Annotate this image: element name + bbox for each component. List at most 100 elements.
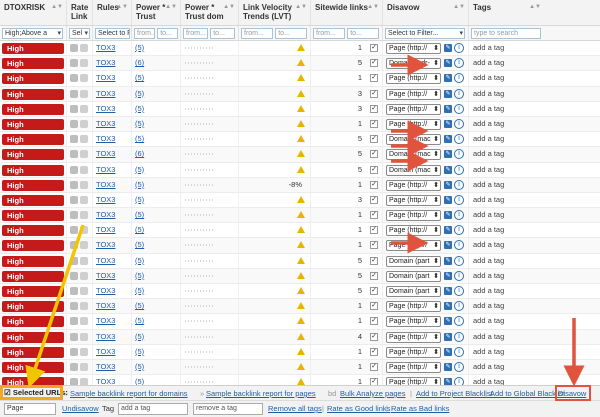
sort-icon[interactable]: ▲▼ <box>51 3 63 12</box>
rule-link[interactable]: TOX3 <box>96 89 115 98</box>
power-trust-value[interactable]: (6) <box>135 149 144 158</box>
row-checkbox[interactable]: ✓ <box>370 59 378 68</box>
row-checkbox[interactable]: ✓ <box>370 211 378 220</box>
lvt-to-input[interactable]: to... <box>275 28 308 39</box>
thumbs-up-icon[interactable] <box>70 180 78 189</box>
add-tag-input[interactable]: add a tag <box>473 165 504 174</box>
info-icon[interactable]: i <box>454 43 464 53</box>
table-row[interactable]: High TOX3 (5) 5 ✓ Domain (part✎i add a tag <box>0 268 600 284</box>
table-row[interactable]: High TOX3 (5) 1 ✓ Page (http://✎i add a tag <box>0 71 600 87</box>
edit-icon[interactable]: ✎ <box>444 104 452 113</box>
power-trust-value[interactable]: (5) <box>135 347 144 356</box>
row-checkbox[interactable]: ✓ <box>370 256 378 265</box>
power-trust-value[interactable]: (6) <box>135 58 144 67</box>
add-tag-input[interactable]: add a tag <box>473 134 504 143</box>
row-checkbox[interactable]: ✓ <box>370 362 378 371</box>
add-tag-input[interactable]: add a tag <box>473 256 504 265</box>
thumbs-down-icon[interactable] <box>80 226 88 235</box>
lvt-from-input[interactable]: from... <box>241 28 273 39</box>
table-row[interactable]: High TOX3 (5) 1 ✓ Page (http://✎i add a tag <box>0 344 600 360</box>
row-checkbox[interactable]: ✓ <box>370 180 378 189</box>
risk-filter-select[interactable]: High;Above a <box>2 28 63 39</box>
disavow-select[interactable]: Page (http:// <box>386 331 441 343</box>
info-icon[interactable]: i <box>454 331 464 342</box>
pt-to-input[interactable]: to... <box>157 28 179 39</box>
site-from-input[interactable]: from... <box>313 28 345 39</box>
row-checkbox[interactable]: ✓ <box>370 332 378 341</box>
rule-link[interactable]: TOX3 <box>96 362 115 371</box>
thumbs-up-icon[interactable] <box>70 241 78 250</box>
info-icon[interactable]: i <box>454 88 464 99</box>
thumbs-up-icon[interactable] <box>70 302 78 311</box>
thumbs-down-icon[interactable] <box>80 119 88 128</box>
sort-icon[interactable]: ▲▼ <box>223 3 235 12</box>
edit-icon[interactable]: ✎ <box>444 119 452 128</box>
info-icon[interactable]: i <box>454 73 464 84</box>
power-trust-value[interactable]: (5) <box>135 286 144 295</box>
thumbs-up-icon[interactable] <box>70 150 78 159</box>
site-to-input[interactable]: to... <box>347 28 380 39</box>
power-trust-value[interactable]: (5) <box>135 195 144 204</box>
bulk-analyze-link[interactable]: Bulk Analyze pages <box>340 389 405 398</box>
disavow-select[interactable]: Page (http:// <box>386 361 441 373</box>
disavow-select[interactable]: Page (http:// <box>386 118 441 130</box>
rule-link[interactable]: TOX3 <box>96 73 115 82</box>
edit-icon[interactable]: ✎ <box>444 211 452 220</box>
row-checkbox[interactable]: ✓ <box>370 119 378 128</box>
ptd-from-input[interactable]: from... <box>183 28 208 39</box>
thumbs-down-icon[interactable] <box>80 332 88 341</box>
rule-link[interactable]: TOX3 <box>96 210 115 219</box>
edit-icon[interactable]: ✎ <box>444 241 452 250</box>
add-tag-input[interactable]: add a tag <box>473 180 504 189</box>
add-tag-input[interactable]: add a tag <box>473 332 504 341</box>
table-row[interactable]: High TOX3 (5) 1 ✓ Page (http://✎i add a tag <box>0 238 600 254</box>
row-checkbox[interactable]: ✓ <box>370 271 378 280</box>
tags-search-input[interactable]: type to search <box>471 28 541 39</box>
add-tag-input[interactable]: add a tag <box>473 240 504 249</box>
table-row[interactable]: High TOX3 (5) 1 ✓ Page (http://✎i add a tag <box>0 314 600 330</box>
row-checkbox[interactable]: ✓ <box>370 226 378 235</box>
edit-icon[interactable]: ✎ <box>444 317 452 326</box>
thumbs-down-icon[interactable] <box>80 317 88 326</box>
disavow-select[interactable]: Page (http:// <box>386 43 441 54</box>
add-tag-input[interactable]: add a tag <box>473 195 504 204</box>
disavow-select[interactable]: Domain (part <box>386 270 441 282</box>
power-trust-value[interactable]: (5) <box>135 240 144 249</box>
edit-icon[interactable]: ✎ <box>444 362 452 371</box>
sort-icon[interactable]: ▲▼ <box>529 3 541 12</box>
thumbs-down-icon[interactable] <box>80 44 88 52</box>
rule-link[interactable]: TOX3 <box>96 134 115 143</box>
rule-link[interactable]: TOX3 <box>96 316 115 325</box>
info-icon[interactable]: i <box>454 255 464 266</box>
thumbs-up-icon[interactable] <box>70 362 78 371</box>
add-global-blacklist-link[interactable]: Add to Global Blacklist <box>490 389 565 398</box>
table-row[interactable]: High TOX3 (5) 1 ✓ Page (http://✎i add a tag <box>0 41 600 57</box>
table-row[interactable]: High TOX3 (5) 3 ✓ Page (http://✎i add a tag <box>0 192 600 209</box>
col-dtoxrisk[interactable]: DTOXRISK ▲▼ <box>0 0 67 25</box>
rate-good-link[interactable]: Rate as Good links <box>327 404 390 413</box>
col-power-trust-dom[interactable]: Power * Trust dom ▲▼ <box>181 0 239 25</box>
edit-icon[interactable]: ✎ <box>444 180 452 189</box>
sort-icon[interactable]: ▲▼ <box>116 3 128 12</box>
table-row[interactable]: High TOX3 (5) 5 ✓ Domain (part✎i add a tag <box>0 253 600 269</box>
power-trust-value[interactable]: (5) <box>135 180 144 189</box>
edit-icon[interactable]: ✎ <box>444 135 452 144</box>
undisavow-link[interactable]: Undisavow <box>62 404 99 413</box>
col-disavow[interactable]: Disavow ▲▼ <box>383 0 469 25</box>
thumbs-down-icon[interactable] <box>80 195 88 204</box>
thumbs-down-icon[interactable] <box>80 211 88 220</box>
table-row[interactable]: High TOX3 (5) 1 ✓ Page (http://✎i add a tag <box>0 299 600 315</box>
rule-link[interactable]: TOX3 <box>96 180 115 189</box>
row-checkbox[interactable]: ✓ <box>370 302 378 311</box>
thumbs-up-icon[interactable] <box>70 256 78 265</box>
add-tag-input[interactable]: add a tag <box>473 119 504 128</box>
thumbs-down-icon[interactable] <box>80 347 88 356</box>
power-trust-value[interactable]: (5) <box>135 134 144 143</box>
disavow-select[interactable]: Page (http:// <box>386 194 441 206</box>
row-checkbox[interactable]: ✓ <box>370 89 378 98</box>
thumbs-up-icon[interactable] <box>70 287 78 295</box>
disavow-select[interactable]: Page (http:// <box>386 179 441 191</box>
add-tag-input[interactable]: add a tag <box>473 225 504 234</box>
disavow-select[interactable]: Domain (part <box>386 255 441 267</box>
table-row[interactable]: High TOX3 (5) 5 ✓ Domain (mac✎i add a tag <box>0 162 600 178</box>
